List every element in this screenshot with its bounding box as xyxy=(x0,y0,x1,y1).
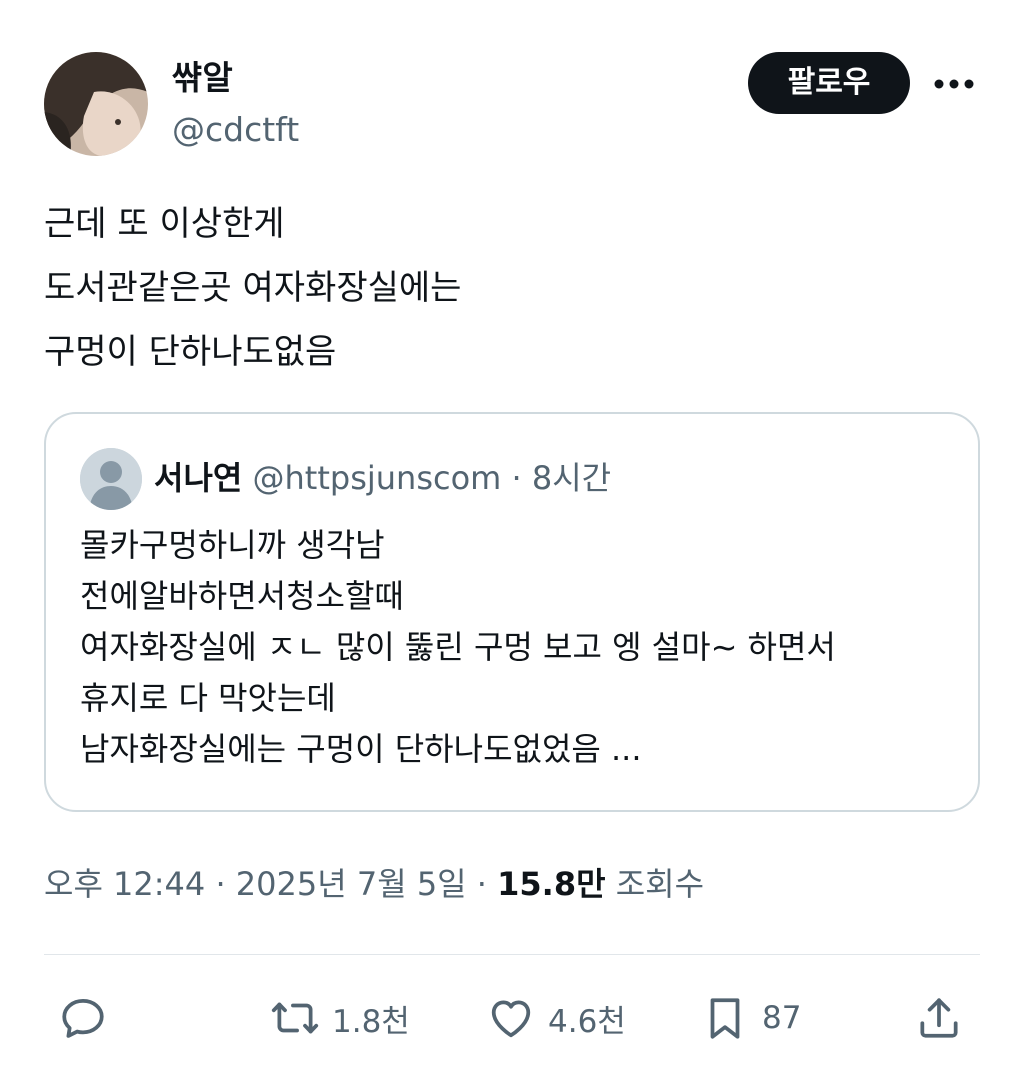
reply-icon xyxy=(62,999,104,1038)
profile-photo xyxy=(44,52,148,156)
quote-tweet-card[interactable]: 서나연 @httpsjunscom · 8시간 몰카구멍하니까 생각남 전에알바… xyxy=(44,412,980,812)
reply-button[interactable] xyxy=(58,990,108,1046)
quote-time[interactable]: 8시간 xyxy=(532,459,611,497)
tweet-line: 도서관같은곳 여자화장실에는 xyxy=(44,268,462,308)
quote-text: 몰카구멍하니까 생각남 전에알바하면서청소할때 여자화장실에 ㅈㄴ 많이 뚫린 … xyxy=(80,520,836,775)
like-button[interactable]: 4.6천 xyxy=(486,990,626,1046)
bookmark-button[interactable]: 87 xyxy=(700,990,801,1046)
heart-icon xyxy=(491,1000,531,1038)
avatar[interactable] xyxy=(44,52,148,156)
bookmark-icon xyxy=(710,998,740,1039)
default-avatar-icon[interactable] xyxy=(80,448,142,510)
separator-dot: · xyxy=(476,865,487,903)
view-count: 15.8만 xyxy=(497,865,606,903)
quote-line: 휴지로 다 막앗는데 xyxy=(80,679,336,717)
post-time[interactable]: 오후 12:44 xyxy=(44,865,205,903)
post-date[interactable]: 2025년 7월 5일 xyxy=(236,865,467,903)
display-name[interactable]: 쌲알 xyxy=(172,58,233,98)
quote-header: 서나연 @httpsjunscom · 8시간 xyxy=(154,456,611,500)
quote-author-name[interactable]: 서나연 xyxy=(154,459,242,497)
tweet-meta: 오후 12:44 · 2025년 7월 5일 · 15.8만 조회수 xyxy=(44,862,704,906)
share-button[interactable] xyxy=(914,990,964,1046)
share-icon xyxy=(920,998,958,1038)
divider xyxy=(44,954,980,955)
quote-line: 전에알바하면서청소할때 xyxy=(80,577,404,615)
quote-line: 남자화장실에는 구멍이 단하나도없었음 ... xyxy=(80,730,642,768)
retweet-button[interactable]: 1.8천 xyxy=(270,990,410,1046)
retweet-icon xyxy=(271,1002,319,1034)
quote-line: 몰카구멍하니까 생각남 xyxy=(80,526,385,564)
follow-button[interactable]: 팔로우 xyxy=(748,52,910,114)
user-handle[interactable]: @cdctft xyxy=(172,110,299,150)
tweet-line: 구멍이 단하나도없음 xyxy=(44,332,337,372)
retweet-count: 1.8천 xyxy=(332,1003,410,1040)
like-count: 4.6천 xyxy=(548,1003,626,1040)
separator-dot: · xyxy=(511,459,522,497)
quote-line: 여자화장실에 ㅈㄴ 많이 뚫린 구멍 보고 엥 설마~ 하면서 xyxy=(80,628,836,666)
separator-dot: · xyxy=(215,865,226,903)
view-count-label: 조회수 xyxy=(615,865,705,903)
tweet-line: 근데 또 이상한게 xyxy=(44,204,285,244)
bookmark-count: 87 xyxy=(762,1000,802,1036)
more-horizontal-icon[interactable] xyxy=(932,64,976,104)
tweet-text: 근데 또 이상한게 도서관같은곳 여자화장실에는 구멍이 단하나도없음 xyxy=(44,192,461,384)
quote-author-handle[interactable]: @httpsjunscom xyxy=(253,459,502,497)
